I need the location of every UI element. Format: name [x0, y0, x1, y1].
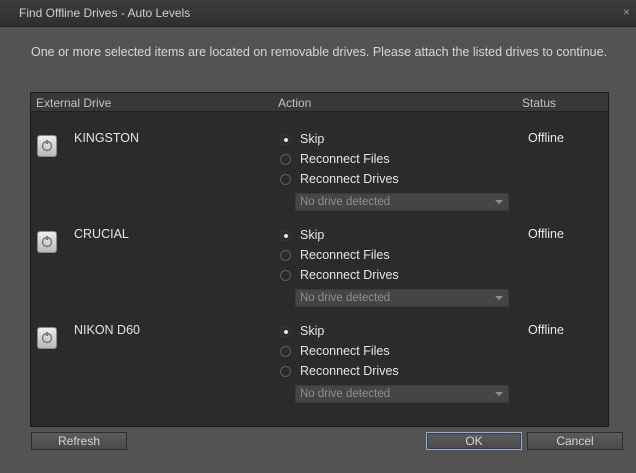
radio-reconnect-drives[interactable]: Reconnect Drives	[280, 267, 480, 285]
header-external-drive: External Drive	[36, 96, 112, 110]
radio-label[interactable]: Skip	[300, 324, 324, 338]
ok-button[interactable]: OK	[426, 432, 522, 450]
removable-drive-icon	[37, 135, 57, 157]
radio-label[interactable]: Reconnect Files	[300, 344, 390, 358]
radio-button[interactable]	[280, 174, 291, 185]
radio-button[interactable]	[280, 346, 291, 357]
drive-select[interactable]: No drive detected	[295, 193, 509, 211]
radio-button[interactable]	[280, 326, 291, 337]
radio-skip[interactable]: Skip	[280, 323, 480, 341]
radio-label[interactable]: Reconnect Drives	[300, 364, 399, 378]
drive-name: KINGSTON	[74, 131, 140, 145]
chevron-down-icon	[495, 296, 503, 300]
drive-status: Offline	[528, 227, 564, 241]
radio-reconnect-drives[interactable]: Reconnect Drives	[280, 171, 480, 189]
table-header: External Drive Action Status	[31, 93, 608, 112]
drive-name: CRUCIAL	[74, 227, 129, 241]
drives-table: External Drive Action Status KINGSTON Sk…	[30, 92, 609, 427]
radio-button[interactable]	[280, 270, 291, 281]
radio-reconnect-files[interactable]: Reconnect Files	[280, 343, 480, 361]
close-icon[interactable]: ×	[623, 5, 630, 19]
radio-button[interactable]	[280, 134, 291, 145]
radio-button[interactable]	[280, 250, 291, 261]
drive-select-value: No drive detected	[300, 292, 391, 304]
radio-reconnect-files[interactable]: Reconnect Files	[280, 247, 480, 265]
radio-label[interactable]: Reconnect Files	[300, 152, 390, 166]
cancel-button[interactable]: Cancel	[527, 432, 623, 450]
removable-drive-icon	[37, 231, 57, 253]
refresh-button[interactable]: Refresh	[31, 432, 127, 450]
radio-skip[interactable]: Skip	[280, 131, 480, 149]
table-row: CRUCIAL Skip Reconnect Files Reconnect D…	[31, 217, 608, 313]
title-bar: Find Offline Drives - Auto Levels ×	[0, 0, 636, 27]
removable-drive-icon	[37, 327, 57, 349]
radio-label[interactable]: Reconnect Drives	[300, 172, 399, 186]
radio-button[interactable]	[280, 230, 291, 241]
header-action: Action	[278, 96, 312, 110]
radio-reconnect-files[interactable]: Reconnect Files	[280, 151, 480, 169]
radio-label[interactable]: Reconnect Files	[300, 248, 390, 262]
drive-select-value: No drive detected	[300, 388, 391, 400]
info-message: One or more selected items are located o…	[31, 45, 607, 59]
radio-button[interactable]	[280, 366, 291, 377]
radio-button[interactable]	[280, 154, 291, 165]
drive-select[interactable]: No drive detected	[295, 289, 509, 307]
radio-skip[interactable]: Skip	[280, 227, 480, 245]
table-row: NIKON D60 Skip Reconnect Files Reconnect…	[31, 313, 608, 409]
window-title: Find Offline Drives - Auto Levels	[19, 6, 191, 20]
header-status: Status	[522, 96, 557, 110]
find-offline-drives-dialog: Find Offline Drives - Auto Levels × One …	[0, 0, 636, 473]
radio-label[interactable]: Skip	[300, 228, 324, 242]
table-row: KINGSTON Skip Reconnect Files Reconnect …	[31, 121, 608, 217]
drive-status: Offline	[528, 131, 564, 145]
chevron-down-icon	[495, 200, 503, 204]
radio-label[interactable]: Reconnect Drives	[300, 268, 399, 282]
radio-label[interactable]: Skip	[300, 132, 324, 146]
drive-select[interactable]: No drive detected	[295, 385, 509, 403]
drive-status: Offline	[528, 323, 564, 337]
drive-name: NIKON D60	[74, 323, 140, 337]
drive-select-value: No drive detected	[300, 196, 391, 208]
chevron-down-icon	[495, 392, 503, 396]
radio-reconnect-drives[interactable]: Reconnect Drives	[280, 363, 480, 381]
